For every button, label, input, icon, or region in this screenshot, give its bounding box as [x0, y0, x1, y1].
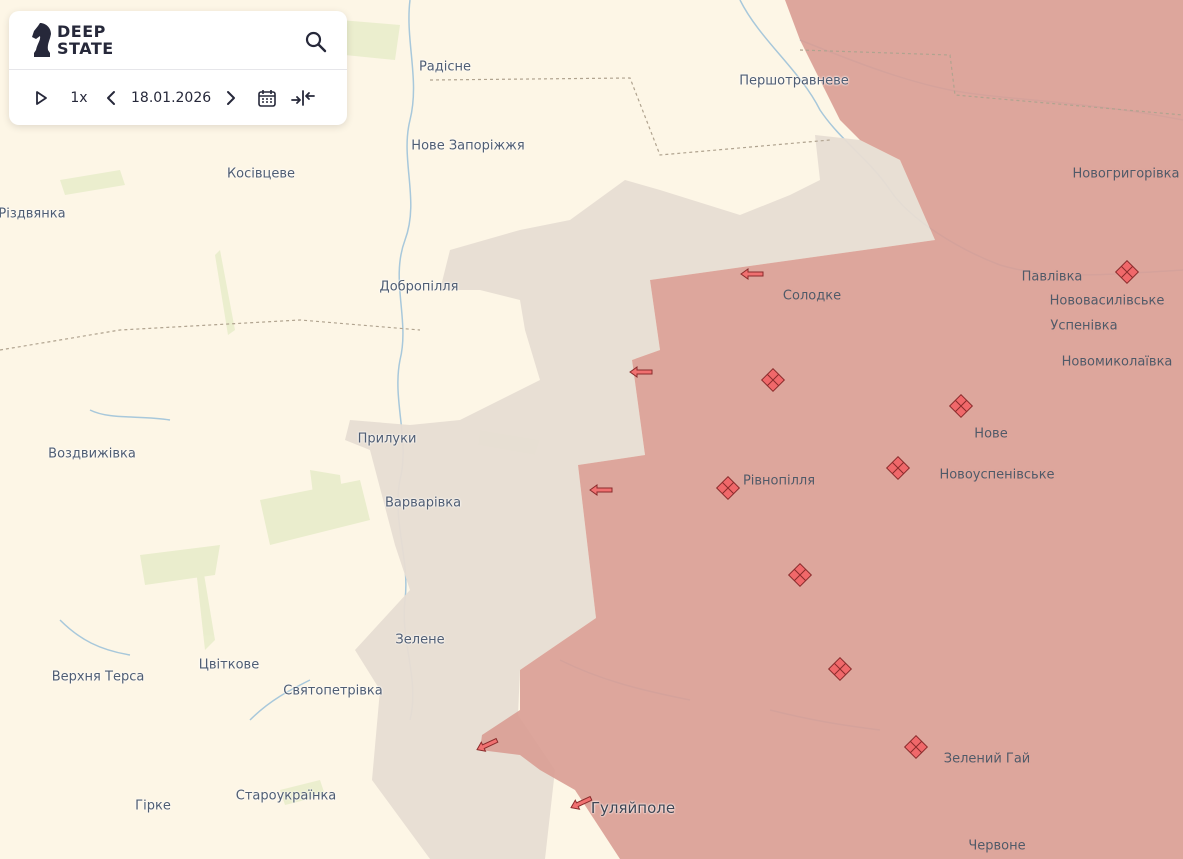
- place-label[interactable]: Варварівка: [385, 496, 461, 511]
- brand-name: DEEP STATE: [57, 23, 114, 57]
- control-panel: DEEP STATE 1x 18.01.2026: [9, 11, 347, 125]
- place-label[interactable]: Рівнопілля: [743, 474, 815, 489]
- calendar-icon: [258, 90, 276, 107]
- panel-divider: [9, 69, 347, 70]
- place-label[interactable]: Косівцеве: [227, 167, 295, 182]
- place-label[interactable]: Нововасилівське: [1050, 294, 1165, 309]
- place-label[interactable]: Верхня Терса: [52, 670, 145, 685]
- place-label[interactable]: Гірке: [135, 799, 171, 814]
- brand-line-1: DEEP: [57, 22, 106, 41]
- search-button[interactable]: [303, 29, 329, 55]
- place-label[interactable]: Цвіткове: [199, 658, 259, 673]
- place-label[interactable]: Радісне: [419, 60, 471, 75]
- place-label[interactable]: Зелене: [395, 633, 444, 648]
- place-label[interactable]: Різдвянка: [0, 207, 66, 222]
- timeline-controls: 1x 18.01.2026: [33, 85, 316, 111]
- place-label[interactable]: Павлівка: [1022, 270, 1083, 285]
- place-label[interactable]: Святопетрівка: [283, 684, 383, 699]
- brand-line-2: STATE: [57, 39, 114, 58]
- place-label[interactable]: Першотравневе: [739, 74, 848, 89]
- place-label[interactable]: Прилуки: [358, 432, 417, 447]
- place-label[interactable]: Гуляйполе: [591, 799, 675, 817]
- next-day-button[interactable]: [223, 90, 237, 106]
- place-label[interactable]: Успенівка: [1050, 319, 1117, 334]
- place-label[interactable]: Добропілля: [380, 280, 459, 295]
- place-label[interactable]: Нове Запоріжжя: [411, 139, 524, 154]
- place-label[interactable]: Новогригорівка: [1072, 167, 1179, 182]
- search-icon: [305, 31, 327, 53]
- collapse-arrows-icon: [291, 90, 316, 106]
- place-label[interactable]: Солодке: [783, 289, 841, 304]
- current-date[interactable]: 18.01.2026: [131, 90, 211, 106]
- place-label[interactable]: Воздвижівка: [48, 447, 136, 462]
- chevron-right-icon: [227, 91, 236, 105]
- place-label[interactable]: Новомиколаївка: [1062, 355, 1173, 370]
- previous-day-button[interactable]: [105, 90, 119, 106]
- compare-dates-button[interactable]: [291, 88, 316, 108]
- speed-toggle[interactable]: 1x: [67, 90, 91, 106]
- calendar-button[interactable]: [257, 88, 277, 108]
- play-icon: [36, 91, 47, 105]
- brand-logo[interactable]: DEEP STATE: [31, 22, 114, 58]
- place-label[interactable]: Нове: [974, 427, 1007, 442]
- place-label[interactable]: Староукраїнка: [236, 789, 337, 804]
- place-label[interactable]: Зелений Гай: [944, 752, 1031, 767]
- knight-chess-piece-icon: [32, 23, 51, 57]
- play-button[interactable]: [33, 90, 49, 106]
- place-label[interactable]: Червоне: [968, 839, 1025, 854]
- chevron-left-icon: [107, 91, 115, 105]
- place-label[interactable]: Новоуспенівське: [939, 468, 1054, 483]
